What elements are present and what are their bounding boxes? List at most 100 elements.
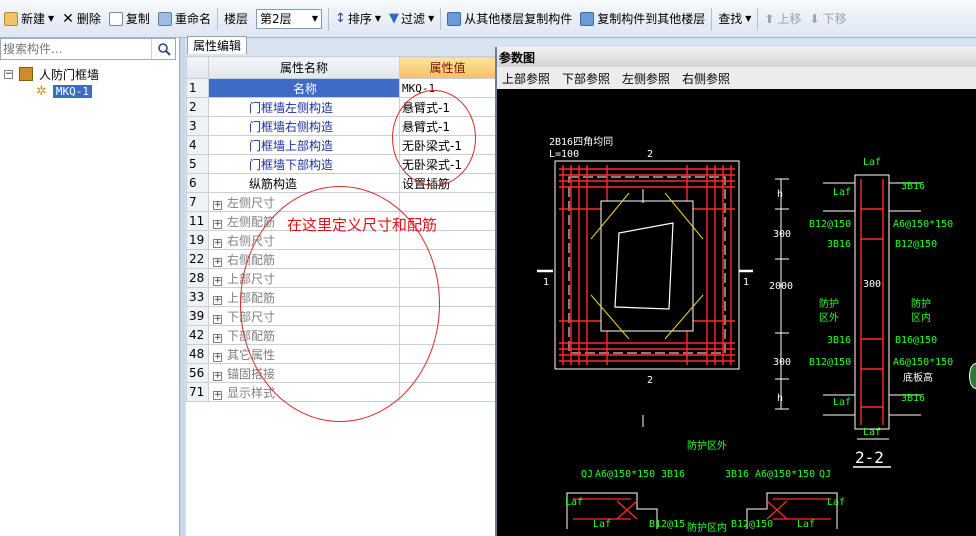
sort-button[interactable]: ↕ 排序 ▼ <box>331 7 385 31</box>
filter-icon: ▼ <box>389 11 400 26</box>
copy-to-other-floor-button[interactable]: 复制构件到其他楼层 <box>576 7 709 31</box>
copy-floor-icon <box>447 11 462 26</box>
dim-300-bottom: 300 <box>773 357 791 368</box>
dim-h-bottom: h <box>777 393 783 404</box>
expand-icon[interactable]: + <box>213 238 222 248</box>
rename-button[interactable]: 重命名 <box>154 7 215 31</box>
section-view: h 300 2000 300 h Laf Laf 3B16 B12@150 A6… <box>769 157 953 468</box>
property-name-cell[interactable]: 门框墙右侧构造 <box>208 116 400 136</box>
expand-icon[interactable]: + <box>213 219 222 229</box>
annotation-ellipse-small <box>392 90 476 186</box>
sec-inside-2: 区内 <box>911 311 931 324</box>
row-number: 19 <box>186 230 209 250</box>
row-number: 39 <box>186 306 209 326</box>
row-number: 5 <box>186 154 209 174</box>
toolbar-divider <box>216 7 218 30</box>
chevron-down-icon: ▼ <box>374 14 382 23</box>
copy-button[interactable]: 复制 <box>105 7 154 31</box>
tree-child-label: MKQ-1 <box>52 84 93 98</box>
reference-drawing-window: 参数图 上部参照 下部参照 左侧参照 右侧参照 2B16四角均同 L=100 2… <box>495 47 976 536</box>
property-name-cell[interactable]: 纵筋构造 <box>208 173 400 193</box>
expand-icon[interactable]: + <box>213 276 222 286</box>
menu-top-ref[interactable]: 上部参照 <box>502 70 550 87</box>
tree-node-mkq1[interactable]: ✲ MKQ-1 <box>36 83 93 99</box>
property-name-cell[interactable]: 门框墙下部构造 <box>208 154 400 174</box>
property-name: 纵筋构造 <box>249 176 298 191</box>
row-number: 6 <box>186 173 209 193</box>
bd-qj-right: QJ <box>819 469 831 480</box>
copy-from-other-floor-button[interactable]: 从其他楼层复制构件 <box>443 7 576 31</box>
property-value-cell[interactable] <box>399 382 496 402</box>
delete-button[interactable]: ✕ 删除 <box>58 7 105 31</box>
row-number: 1 <box>186 78 209 98</box>
bd-a6-right: A6@150*150 <box>755 469 815 480</box>
expand-icon[interactable]: + <box>213 352 222 362</box>
property-name: 显示样式 <box>227 385 276 400</box>
menu-right-ref[interactable]: 右侧参照 <box>682 70 730 87</box>
copy-floor-icon <box>580 11 595 26</box>
copy-from-other-floor-label: 从其他楼层复制构件 <box>464 12 573 26</box>
new-button[interactable]: 新建 ▼ <box>0 7 58 31</box>
bd-qj-left: QJ <box>581 469 593 480</box>
menu-bottom-ref[interactable]: 下部参照 <box>562 70 610 87</box>
sec-3b16-bottom: 3B16 <box>901 393 925 404</box>
expand-icon[interactable]: + <box>213 390 222 400</box>
sec-b16: B16@150 <box>895 335 937 346</box>
property-name-cell[interactable]: 门框墙左侧构造 <box>208 97 400 117</box>
property-name-cell[interactable]: 门框墙上部构造 <box>208 135 400 155</box>
bd-b12-l: B12@15 <box>649 519 685 530</box>
section-mark-top: 2 <box>647 149 653 160</box>
header-name[interactable]: 属性名称 <box>208 56 400 79</box>
toolbar-divider <box>440 7 442 30</box>
bd-b12-r: B12@150 <box>731 519 773 530</box>
row-number: 4 <box>186 135 209 155</box>
panel-splitter[interactable] <box>180 38 185 536</box>
floor-label: 楼层 <box>220 7 252 31</box>
row-number: 22 <box>186 249 209 269</box>
arrow-up-icon: ⬆ <box>764 11 775 26</box>
side-mark-left: 1 <box>543 277 549 288</box>
expand-icon[interactable]: + <box>213 314 222 324</box>
floor-select[interactable]: 第2层 ▼ <box>255 8 322 29</box>
reference-menu: 上部参照 下部参照 左侧参照 右侧参照 <box>497 67 976 89</box>
bd-inside: 防护区内 <box>687 521 727 534</box>
expand-icon[interactable]: + <box>213 371 222 381</box>
sec-outside-2: 区外 <box>819 312 839 324</box>
bd-laf-l: Laf <box>565 497 583 508</box>
side-mark-right: 1 <box>743 277 749 288</box>
row-number: 3 <box>186 116 209 136</box>
dim-300-top: 300 <box>773 229 791 240</box>
expand-icon[interactable]: + <box>213 257 222 267</box>
tree-node-root[interactable]: − 人防门框墙 <box>4 66 99 82</box>
tab-property-edit-label: 属性编辑 <box>192 39 241 53</box>
row-number: 56 <box>186 363 209 383</box>
filter-button[interactable]: ▼ 过滤 ▼ <box>385 7 438 31</box>
new-icon <box>4 11 18 26</box>
sec-laf-bl: Laf <box>833 397 851 408</box>
expand-icon[interactable]: + <box>213 333 222 343</box>
copy-icon <box>108 11 123 26</box>
sec-3b16-top: 3B16 <box>901 181 925 192</box>
sec-bottom-plate: 底板高 <box>903 371 933 384</box>
move-down-button[interactable]: ⬇ 下移 <box>806 7 851 31</box>
expand-icon[interactable]: + <box>213 295 222 305</box>
scroll-handle[interactable] <box>969 363 976 389</box>
chevron-down-icon: ▼ <box>428 14 435 23</box>
search-button[interactable] <box>151 39 175 59</box>
collapse-icon[interactable]: − <box>4 69 13 79</box>
find-button[interactable]: 查找 ▼ <box>714 7 755 31</box>
sec-3b16-b: 3B16 <box>827 335 851 346</box>
dim-2000: 2000 <box>769 281 793 292</box>
expand-icon[interactable]: + <box>213 200 222 210</box>
search-input[interactable] <box>1 40 151 58</box>
tab-property-edit[interactable]: 属性编辑 <box>187 36 247 54</box>
row-number: 71 <box>186 382 209 402</box>
bd-outside: 防护区外 <box>687 439 727 452</box>
menu-left-ref[interactable]: 左侧参照 <box>622 70 670 87</box>
header-value[interactable]: 属性值 <box>399 56 496 79</box>
sec-inside: 防护 <box>911 297 931 310</box>
property-value-cell[interactable] <box>399 192 496 212</box>
dim-h-top: h <box>777 189 783 200</box>
property-name-cell[interactable]: 名称 <box>208 78 400 98</box>
move-up-button[interactable]: ⬆ 上移 <box>760 7 805 31</box>
